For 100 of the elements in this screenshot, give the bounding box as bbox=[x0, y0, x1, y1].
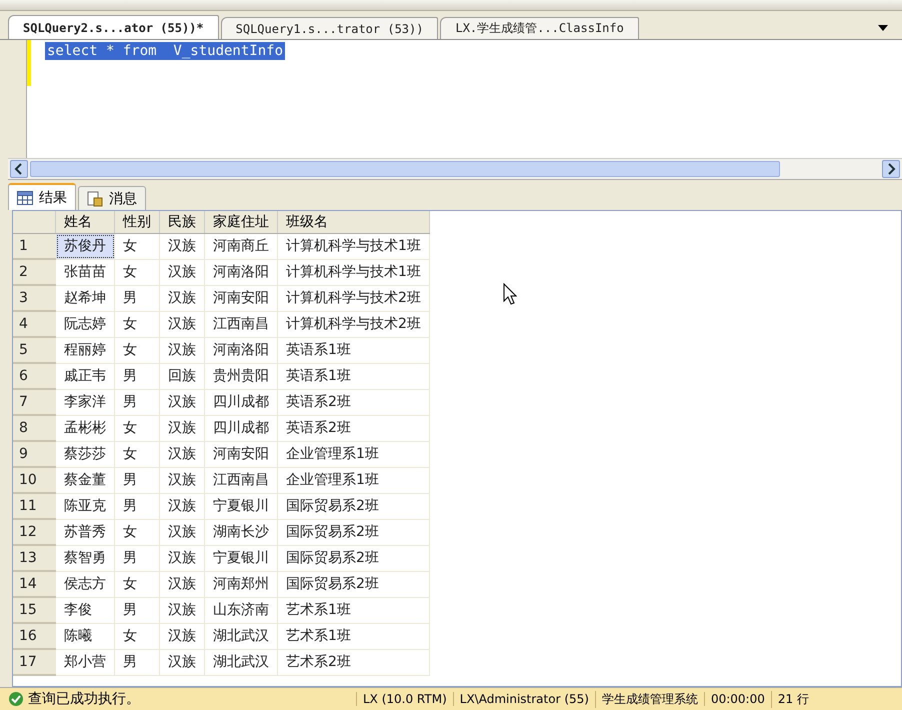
row-header[interactable]: 17 bbox=[13, 649, 56, 675]
document-tab[interactable]: SQLQuery1.s...trator (53)) bbox=[220, 17, 438, 39]
table-cell: 赵希坤 bbox=[56, 285, 114, 311]
table-cell: 男 bbox=[114, 545, 160, 571]
table-cell: 蔡智勇 bbox=[56, 545, 114, 571]
table-cell: 女 bbox=[114, 415, 160, 441]
scroll-right-icon[interactable] bbox=[882, 160, 900, 178]
scroll-left-icon[interactable] bbox=[10, 160, 28, 178]
table-cell: 国际贸易系2班 bbox=[278, 571, 430, 597]
column-header[interactable]: 性别 bbox=[114, 211, 160, 234]
table-cell: 戚正韦 bbox=[56, 363, 114, 389]
grid-icon bbox=[17, 190, 33, 204]
row-header[interactable]: 4 bbox=[13, 311, 56, 337]
row-header[interactable]: 9 bbox=[13, 441, 56, 467]
row-header[interactable]: 13 bbox=[13, 545, 56, 571]
table-cell: 苏俊丹 bbox=[56, 234, 114, 259]
table-cell: 男 bbox=[114, 493, 160, 519]
column-header[interactable]: 姓名 bbox=[56, 211, 114, 234]
table-cell: 河南洛阳 bbox=[204, 337, 278, 363]
table-cell: 女 bbox=[114, 234, 160, 259]
document-tab[interactable]: LX.学生成绩管...ClassInfo bbox=[440, 17, 639, 39]
table-cell: 汉族 bbox=[160, 415, 204, 441]
table-cell: 计算机科学与技术1班 bbox=[278, 259, 430, 285]
table-cell: 英语系2班 bbox=[278, 389, 430, 415]
table-cell: 宁夏银川 bbox=[204, 545, 278, 571]
table-cell: 江西南昌 bbox=[204, 311, 278, 337]
table-cell: 汉族 bbox=[160, 441, 204, 467]
row-header[interactable]: 16 bbox=[13, 623, 56, 649]
table-cell: 汉族 bbox=[160, 285, 204, 311]
table-cell: 湖北武汉 bbox=[204, 649, 278, 675]
table-cell: 江西南昌 bbox=[204, 467, 278, 493]
status-segment: LX (10.0 RTM) bbox=[356, 692, 453, 706]
table-cell: 汉族 bbox=[160, 571, 204, 597]
table-cell: 湖北武汉 bbox=[204, 623, 278, 649]
row-header[interactable]: 7 bbox=[13, 389, 56, 415]
table-cell: 国际贸易系2班 bbox=[278, 519, 430, 545]
result-tab[interactable]: 消息 bbox=[78, 186, 146, 210]
table-cell: 英语系2班 bbox=[278, 415, 430, 441]
row-header[interactable]: 14 bbox=[13, 571, 56, 597]
table-cell: 女 bbox=[114, 519, 160, 545]
row-header[interactable]: 11 bbox=[13, 493, 56, 519]
table-cell: 男 bbox=[114, 649, 160, 675]
change-marker bbox=[27, 40, 31, 86]
table-cell: 计算机科学与技术2班 bbox=[278, 285, 430, 311]
status-segment: LX\Administrator (55) bbox=[452, 692, 595, 706]
table-cell: 汉族 bbox=[160, 234, 204, 259]
table-cell: 男 bbox=[114, 285, 160, 311]
column-header[interactable]: 家庭住址 bbox=[204, 211, 278, 234]
table-cell: 河南安阳 bbox=[204, 441, 278, 467]
row-header[interactable]: 5 bbox=[13, 337, 56, 363]
document-tab[interactable]: SQLQuery2.s...ator (55))* bbox=[8, 15, 219, 39]
table-cell: 男 bbox=[114, 389, 160, 415]
status-segment: 00:00:00 bbox=[704, 692, 771, 706]
dropdown-icon[interactable] bbox=[878, 25, 888, 31]
horizontal-scrollbar[interactable] bbox=[8, 158, 902, 180]
table-cell: 艺术系1班 bbox=[278, 597, 430, 623]
table-cell: 英语系1班 bbox=[278, 337, 430, 363]
column-header[interactable]: 民族 bbox=[160, 211, 204, 234]
table-cell: 河南安阳 bbox=[204, 285, 278, 311]
table-cell: 宁夏银川 bbox=[204, 493, 278, 519]
table-cell: 计算机科学与技术2班 bbox=[278, 311, 430, 337]
scroll-thumb[interactable] bbox=[30, 161, 780, 177]
table-cell: 郑小营 bbox=[56, 649, 114, 675]
table-cell: 山东济南 bbox=[204, 597, 278, 623]
table-cell: 湖南长沙 bbox=[204, 519, 278, 545]
table-cell: 阮志婷 bbox=[56, 311, 114, 337]
row-header[interactable]: 6 bbox=[13, 363, 56, 389]
row-header[interactable]: 12 bbox=[13, 519, 56, 545]
row-header[interactable]: 3 bbox=[13, 285, 56, 311]
table-cell: 计算机科学与技术1班 bbox=[278, 234, 430, 259]
row-header[interactable]: 1 bbox=[13, 234, 56, 259]
corner-header bbox=[13, 211, 56, 234]
table-cell: 国际贸易系2班 bbox=[278, 545, 430, 571]
row-header[interactable]: 2 bbox=[13, 259, 56, 285]
table-cell: 汉族 bbox=[160, 259, 204, 285]
table-cell: 孟彬彬 bbox=[56, 415, 114, 441]
column-header[interactable]: 班级名 bbox=[278, 211, 430, 234]
table-cell: 汉族 bbox=[160, 493, 204, 519]
table-cell: 汉族 bbox=[160, 623, 204, 649]
table-cell: 英语系1班 bbox=[278, 363, 430, 389]
table-cell: 陈亚克 bbox=[56, 493, 114, 519]
table-cell: 蔡金董 bbox=[56, 467, 114, 493]
table-cell: 企业管理系1班 bbox=[278, 467, 430, 493]
table-cell: 张苗苗 bbox=[56, 259, 114, 285]
table-cell: 河南郑州 bbox=[204, 571, 278, 597]
success-icon bbox=[8, 691, 24, 707]
document-icon bbox=[87, 190, 103, 206]
table-cell: 汉族 bbox=[160, 389, 204, 415]
row-header[interactable]: 10 bbox=[13, 467, 56, 493]
result-tab[interactable]: 结果 bbox=[8, 183, 76, 210]
table-cell: 回族 bbox=[160, 363, 204, 389]
row-header[interactable]: 8 bbox=[13, 415, 56, 441]
status-segment: 学生成绩管理系统 bbox=[594, 690, 704, 708]
table-cell: 汉族 bbox=[160, 597, 204, 623]
row-header[interactable]: 15 bbox=[13, 597, 56, 623]
table-cell: 贵州贵阳 bbox=[204, 363, 278, 389]
table-cell: 汉族 bbox=[160, 519, 204, 545]
table-cell: 艺术系1班 bbox=[278, 623, 430, 649]
table-cell: 李家洋 bbox=[56, 389, 114, 415]
table-cell: 汉族 bbox=[160, 311, 204, 337]
